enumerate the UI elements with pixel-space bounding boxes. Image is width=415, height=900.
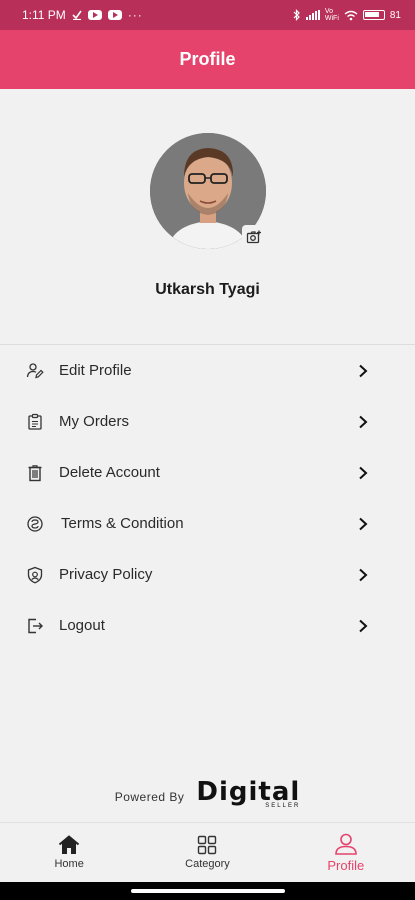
battery-level: 81 [389,9,401,21]
battery-icon [362,10,385,20]
user-icon [335,833,357,855]
menu-item-label: Edit Profile [59,362,132,379]
nav-profile[interactable]: Profile [277,823,415,882]
profile-menu: Edit Profile My Orders Delete Account Te… [0,345,415,651]
status-right: Vo WiFi 81 [293,8,401,22]
change-photo-button[interactable] [242,225,266,249]
brand-logo: Digital SELLER [196,779,300,809]
nav-label: Category [185,858,230,870]
chevron-right-icon [359,466,368,479]
menu-item-my-orders[interactable]: My Orders [0,396,415,447]
nav-label: Profile [327,857,365,873]
menu-item-label: Privacy Policy [59,566,153,583]
shield-icon [24,564,46,586]
chevron-right-icon [359,568,368,581]
grid-icon [198,835,217,855]
status-bar: 1:11 PM ··· Vo WiFi 81 [0,0,415,30]
avatar-container[interactable] [150,133,266,249]
trash-icon [24,462,46,484]
wifi-icon [344,10,358,20]
signal-icon [305,10,320,20]
nav-label: Home [54,858,84,870]
logout-icon [24,615,46,637]
edit-user-icon [24,360,46,382]
nav-category[interactable]: Category [138,823,276,882]
status-time: 1:11 PM [22,8,66,22]
menu-item-privacy-policy[interactable]: Privacy Policy [0,549,415,600]
menu-item-delete-account[interactable]: Delete Account [0,447,415,498]
menu-item-label: Logout [59,617,105,634]
home-icon [59,835,80,854]
menu-item-logout[interactable]: Logout [0,600,415,651]
status-left: 1:11 PM ··· [22,8,143,22]
nav-home[interactable]: Home [0,823,138,882]
chevron-right-icon [359,364,368,377]
app-bar: Profile [0,30,415,89]
chevron-right-icon [359,619,368,632]
menu-item-terms[interactable]: Terms & Condition [0,498,415,549]
menu-item-label: Terms & Condition [61,515,184,532]
bottom-nav: Home Category Profile [0,822,415,882]
youtube-icon [87,10,102,20]
more-notifications-icon: ··· [127,8,143,22]
camera-add-icon [246,230,261,244]
terms-icon [24,513,46,535]
network-label: Vo WiFi [324,8,339,22]
powered-by-label: Powered By [114,790,185,804]
menu-item-label: Delete Account [59,464,160,481]
page-title: Profile [179,49,236,69]
menu-item-label: My Orders [59,413,130,430]
youtube-icon-2 [107,10,122,20]
brand-logo-sub: SELLER [265,803,301,809]
user-name: Utkarsh Tyagi [155,281,260,298]
chevron-right-icon [359,415,368,428]
powered-by: Powered By Digital SELLER [0,774,415,814]
download-done-icon [72,10,82,20]
chevron-right-icon [359,517,368,530]
brand-logo-text: Digital [196,777,301,807]
orders-clipboard-icon [24,411,46,433]
gesture-bar[interactable] [0,882,415,900]
bluetooth-icon [293,9,300,21]
menu-item-edit-profile[interactable]: Edit Profile [0,345,415,396]
